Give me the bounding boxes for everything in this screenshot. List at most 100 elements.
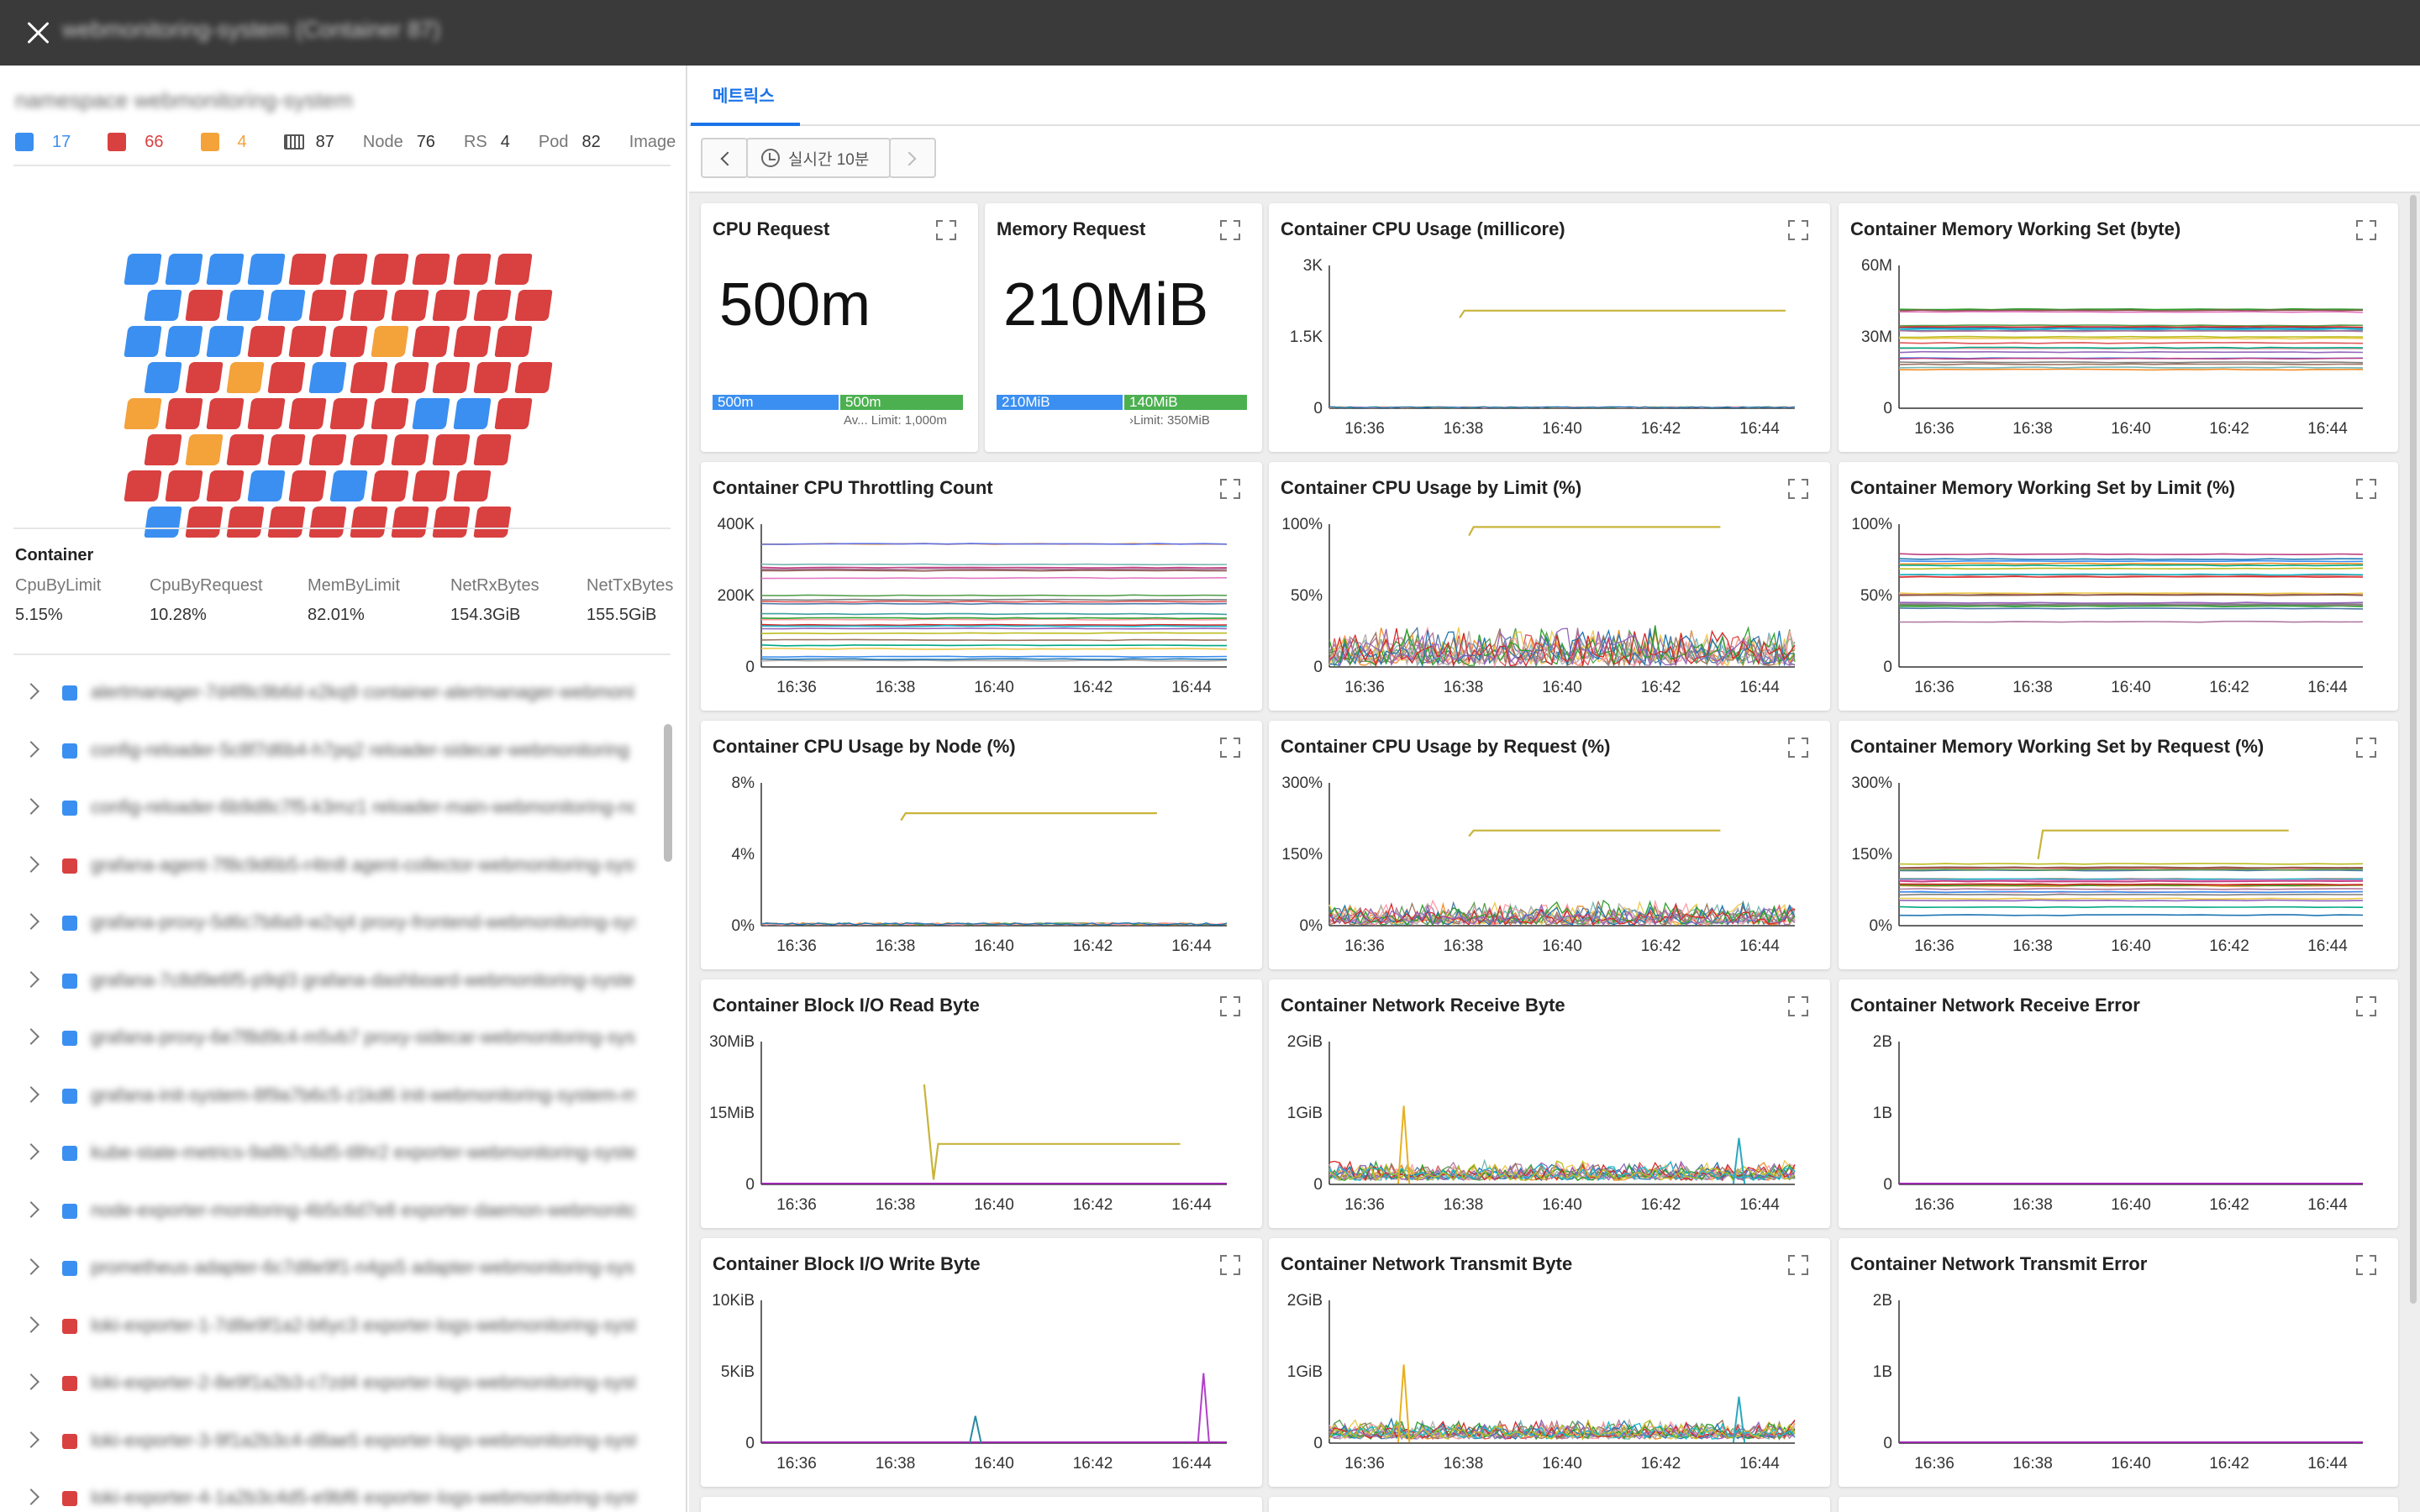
tree-row[interactable]: config-reloader-5c8f7d6b4-h7pq2 reloader… [0,723,672,780]
pod-cell[interactable] [185,507,224,538]
pod-cell[interactable] [124,254,162,285]
chevron-right-icon[interactable] [23,855,39,873]
pod-cell[interactable] [473,290,512,321]
chevron-right-icon[interactable] [23,1373,39,1390]
tree-row[interactable]: grafana-proxy-5d6c7b8a9-w2xj4 proxy-fron… [0,895,672,953]
pod-cell[interactable] [288,326,327,357]
pod-cell[interactable] [226,290,265,321]
chevron-right-icon[interactable] [23,798,39,815]
pod-cell[interactable] [185,434,224,465]
chevron-right-icon[interactable] [23,1143,39,1160]
tree-row[interactable]: grafana-init-system-8f9a7b6c5-z1kd6 init… [0,1068,672,1126]
tree-row[interactable]: grafana-agent-7f8c9d6b5-r4tn8 agent-coll… [0,838,672,895]
pod-cell[interactable] [308,507,347,538]
pod-cell[interactable] [453,470,492,501]
chevron-right-icon[interactable] [23,740,39,758]
pod-cell[interactable] [371,254,409,285]
pod-cell[interactable] [267,507,306,538]
pod-cell[interactable] [494,326,533,357]
pod-cell[interactable] [144,362,182,393]
chevron-right-icon[interactable] [23,1488,39,1505]
pod-cell[interactable] [308,362,347,393]
pod-cell[interactable] [165,470,203,501]
pod-cell[interactable] [226,507,265,538]
pod-cell[interactable] [412,398,450,429]
chevron-right-icon[interactable] [23,1200,39,1218]
pod-cell[interactable] [473,362,512,393]
pod-cell[interactable] [391,507,429,538]
close-icon[interactable] [17,12,59,54]
tree-row[interactable]: node-exporter-monitoring-4b5c6d7e8 expor… [0,1184,672,1241]
pod-cell[interactable] [514,290,553,321]
pod-cell[interactable] [206,326,245,357]
pod-cell[interactable] [288,398,327,429]
tree-row[interactable]: config-reloader-6b9d8c7f5-k3mz1 reloader… [0,780,672,837]
pod-cell[interactable] [391,290,429,321]
tree-row[interactable]: kube-state-metrics-9a8b7c6d5-t8hr2 expor… [0,1126,672,1183]
tree-row[interactable]: prometheus-adapter-6c7d8e9f1-n4gs5 adapt… [0,1241,672,1298]
left-scrollbar[interactable] [664,724,672,862]
chevron-right-icon[interactable] [23,1315,39,1333]
prev-button[interactable] [701,138,748,178]
pod-cell[interactable] [124,398,162,429]
pod-cell[interactable] [267,362,306,393]
pod-cell[interactable] [124,326,162,357]
pod-cell[interactable] [329,254,368,285]
tree-row[interactable]: grafana-proxy-6e7f8d9c4-m5vb7 proxy-side… [0,1011,672,1068]
time-range-button[interactable]: 실시간 10분 [746,138,891,178]
pod-cell[interactable] [308,434,347,465]
pod-cell[interactable] [350,434,388,465]
tree-row[interactable]: loki-exporter-1-7d8e9f1a2-b6yc3 exporter… [0,1299,672,1356]
pod-cell[interactable] [432,434,471,465]
pod-cell[interactable] [329,326,368,357]
pod-cell[interactable] [165,398,203,429]
pod-cell[interactable] [494,254,533,285]
pod-cell[interactable] [144,290,182,321]
pod-cell[interactable] [371,326,409,357]
pod-cell[interactable] [412,326,450,357]
pod-cell[interactable] [432,290,471,321]
pod-cell[interactable] [453,254,492,285]
chevron-right-icon[interactable] [23,1028,39,1045]
expand-icon[interactable] [936,220,956,240]
pod-cell[interactable] [165,254,203,285]
pod-cell[interactable] [350,362,388,393]
pod-cell[interactable] [267,290,306,321]
right-scrollbar[interactable] [2410,195,2417,1304]
chevron-right-icon[interactable] [23,913,39,930]
pod-cell[interactable] [329,398,368,429]
pod-cell[interactable] [329,470,368,501]
pod-cell[interactable] [371,398,409,429]
pod-cell[interactable] [185,362,224,393]
pod-cell[interactable] [453,326,492,357]
pod-cell[interactable] [206,470,245,501]
pod-cell[interactable] [494,398,533,429]
pod-cell[interactable] [288,254,327,285]
pod-cell[interactable] [226,434,265,465]
pod-cell[interactable] [473,507,512,538]
tree-row[interactable]: grafana-7c8d9e6f5-p9ql3 grafana-dashboar… [0,953,672,1011]
pod-cell[interactable] [206,398,245,429]
next-button[interactable] [889,138,936,178]
pod-cell[interactable] [308,290,347,321]
pod-cell[interactable] [247,254,286,285]
chevron-right-icon[interactable] [23,1431,39,1448]
tab-metrics[interactable]: 메트릭스 [713,82,775,107]
tree-row[interactable]: loki-exporter-4-1a2b3c4d5-e9bf6 exporter… [0,1471,672,1512]
pod-cell[interactable] [226,362,265,393]
pod-cell[interactable] [412,470,450,501]
pod-cell[interactable] [206,254,245,285]
pod-cell[interactable] [124,470,162,501]
pod-cell[interactable] [185,290,224,321]
pod-cell[interactable] [350,507,388,538]
expand-icon[interactable] [1220,220,1240,240]
pod-cell[interactable] [432,362,471,393]
pod-cell[interactable] [165,326,203,357]
pod-cell[interactable] [144,434,182,465]
chevron-right-icon[interactable] [23,1085,39,1103]
pod-cell[interactable] [391,434,429,465]
tree-row[interactable]: loki-exporter-2-8e9f1a2b3-c7zd4 exporter… [0,1356,672,1413]
pod-cell[interactable] [144,507,182,538]
pod-cell[interactable] [247,398,286,429]
pod-cell[interactable] [247,470,286,501]
